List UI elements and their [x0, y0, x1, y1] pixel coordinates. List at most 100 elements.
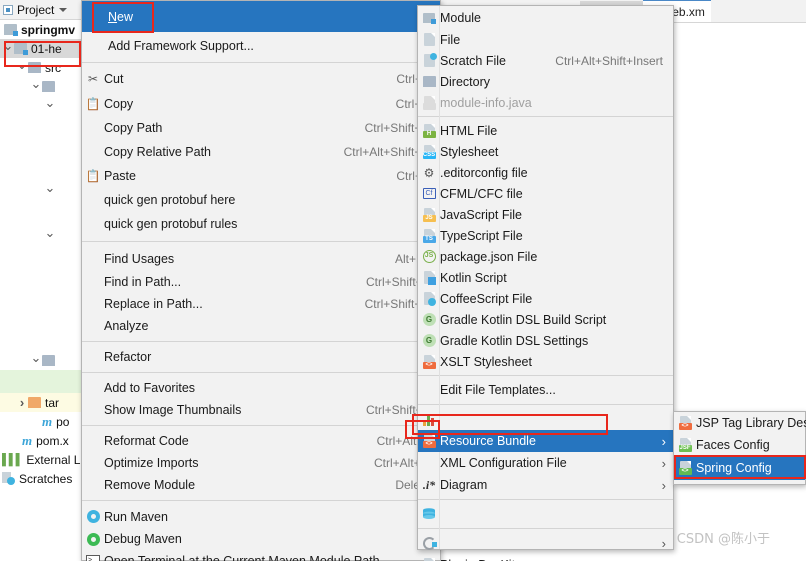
submenu-item-kotlin-script[interactable]: Kotlin Script	[418, 267, 673, 288]
submenu-item-gradle-kotlin-dsl-build-script[interactable]: G Gradle Kotlin DSL Build Script	[418, 309, 673, 330]
submenu-item-xslt-stylesheet[interactable]: <> XSLT Stylesheet	[418, 351, 673, 372]
submenu-item-scratch-file[interactable]: Scratch File Ctrl+Alt+Shift+Insert	[418, 50, 673, 71]
menu-item-copy-path[interactable]: Copy Path Ctrl+Shift+C	[82, 116, 440, 140]
watermark: CSDN @陈小于	[676, 532, 770, 547]
submenu-item-gradle-kotlin-dsl-settings[interactable]: G Gradle Kotlin DSL Settings	[418, 330, 673, 351]
menu-item-analyze[interactable]: Analyze ›	[82, 315, 440, 337]
html-file-icon: H	[418, 123, 440, 138]
tree-item-external-libraries[interactable]: ▌▌▌ External L	[0, 450, 82, 469]
chevron-down-icon[interactable]	[59, 7, 68, 12]
tree-item-springmvc[interactable]: springmv	[0, 20, 82, 39]
xmlsub-item-faces-config[interactable]: JSF Faces Config	[674, 434, 805, 456]
xmlsub-item-jsp-tag-library-descriptor[interactable]: <> JSP Tag Library Des	[674, 412, 806, 434]
submenu-item-coffeescript-file[interactable]: CoffeeScript File	[418, 288, 673, 309]
submenu-item-edit-file-templates[interactable]: Edit File Templates...	[418, 379, 673, 401]
project-panel-header[interactable]: Project	[0, 0, 82, 20]
menu-item-label: Find in Path...	[104, 275, 182, 289]
tree-item-label: po	[56, 414, 70, 429]
maven-gear-green-icon	[82, 532, 104, 546]
submenu-item-ignore-file[interactable]: .i* Diagram ›	[418, 474, 673, 496]
clipboard-icon: 📋	[85, 169, 101, 183]
submenu-item-data-source[interactable]	[418, 503, 673, 525]
menu-item-replace-in-path[interactable]: Replace in Path... Ctrl+Shift+R	[82, 293, 440, 315]
chevron-down-icon[interactable]	[44, 99, 56, 112]
submenu-item-packagejson-file[interactable]: JS package.json File	[418, 246, 673, 267]
context-menu[interactable]: New › Add Framework Support... ✂ Cut Ctr…	[81, 0, 441, 561]
menu-item-copy-relative-path[interactable]: Copy Relative Path Ctrl+Alt+Shift+C	[82, 140, 440, 164]
new-submenu[interactable]: Module File Scratch File Ctrl+Alt+Shift+…	[417, 5, 674, 561]
plugin-devkit-icon	[418, 536, 440, 550]
menu-item-run-maven[interactable]: Run Maven ›	[82, 505, 440, 528]
chevron-right-icon[interactable]	[16, 396, 28, 409]
tree-item-01helloworld[interactable]: 01-he	[0, 39, 82, 58]
menu-item-quick-gen-protobuf-rules[interactable]: quick gen protobuf rules	[82, 212, 440, 236]
tree-item-nested-2[interactable]	[0, 181, 82, 200]
menu-item-add-to-favorites[interactable]: Add to Favorites ›	[82, 377, 440, 399]
menu-item-open-terminal-maven[interactable]: >_ Open Terminal at the Current Maven Mo…	[82, 550, 440, 561]
xmlsub-item-spring-config[interactable]: <> Spring Config	[674, 456, 805, 480]
project-tree[interactable]: springmv 01-he src	[0, 20, 82, 488]
submenu-item-directory[interactable]: Directory	[418, 71, 673, 92]
menu-separator	[418, 404, 673, 405]
submenu-item-editorconfig-file[interactable]: ⚙ .editorconfig file	[418, 162, 673, 183]
menu-item-cut[interactable]: ✂ Cut Ctrl+X	[82, 66, 440, 92]
tree-item-resources[interactable]	[0, 370, 82, 393]
menu-item-add-framework-support[interactable]: Add Framework Support...	[82, 32, 440, 59]
submenu-item-module[interactable]: Module	[418, 6, 673, 29]
tree-item-pom-xml[interactable]: m pom.x	[0, 431, 82, 450]
menu-separator	[82, 62, 440, 63]
submenu-item-xml-configuration-file[interactable]: <> Resource Bundle ›	[418, 430, 673, 452]
tree-item-src[interactable]: src	[0, 58, 82, 77]
terminal-icon: >_	[82, 555, 104, 561]
menu-item-label: Run Maven	[104, 509, 168, 524]
menu-item-refactor[interactable]: Refactor ›	[82, 346, 440, 368]
chevron-down-icon[interactable]	[30, 80, 42, 93]
chevron-down-icon[interactable]	[2, 42, 14, 55]
submenu-item-cfml-cfc-file[interactable]: Cf CFML/CFC file	[418, 183, 673, 204]
menu-item-label: JSP Tag Library Des	[696, 416, 806, 430]
submenu-item-html-file[interactable]: H HTML File	[418, 120, 673, 141]
menu-item-debug-maven[interactable]: Debug Maven ›	[82, 528, 440, 550]
menu-item-optimize-imports[interactable]: Optimize Imports Ctrl+Alt+O	[82, 452, 440, 474]
tree-item-main[interactable]	[0, 77, 82, 96]
menu-item-new[interactable]: New ›	[82, 1, 440, 32]
menu-item-show-image-thumbnails[interactable]: Show Image Thumbnails Ctrl+Shift+T	[82, 399, 440, 421]
menu-item-label: Kotlin Script	[440, 270, 507, 285]
menu-item-find-usages[interactable]: Find Usages Alt+F7	[82, 247, 440, 271]
menu-item-label: Analyze	[104, 319, 149, 333]
submenu-item-javascript-file[interactable]: JS JavaScript File	[418, 204, 673, 225]
menu-item-paste[interactable]: 📋 Paste Ctrl+V	[82, 164, 440, 188]
menu-item-label: Copy	[104, 97, 134, 111]
menu-item-remove-module[interactable]: Remove Module Delete	[82, 474, 440, 496]
xslt-file-icon: <>	[418, 354, 440, 369]
tree-item-nested-1[interactable]	[0, 96, 82, 115]
submenu-item-plugin-devkit[interactable]: ›	[418, 532, 673, 554]
tree-item-nested-3[interactable]	[0, 226, 82, 245]
chevron-down-icon[interactable]	[44, 184, 56, 197]
nodejs-icon: JS	[418, 250, 440, 263]
tree-item-nested-4[interactable]	[0, 351, 82, 370]
tree-item-scratches[interactable]: Scratches	[0, 469, 82, 488]
xml-config-submenu[interactable]: <> JSP Tag Library Des JSF Faces Config …	[673, 411, 806, 485]
tree-item-target[interactable]: tar	[0, 393, 82, 412]
folder-icon	[42, 355, 55, 366]
submenu-item-stylesheet[interactable]: CSS Stylesheet	[418, 141, 673, 162]
menu-item-label: quick gen protobuf rules	[104, 217, 238, 231]
menu-item-copy[interactable]: 📋 Copy Ctrl+C	[82, 92, 440, 116]
submenu-item-file[interactable]: File	[418, 29, 673, 50]
database-glyph	[423, 508, 435, 519]
menu-item-quick-gen-protobuf-here[interactable]: quick gen protobuf here	[82, 188, 440, 212]
chevron-down-icon[interactable]	[44, 229, 56, 242]
chevron-down-icon[interactable]	[16, 61, 28, 74]
tree-item-pom-child[interactable]: m po	[0, 412, 82, 431]
menu-item-find-in-path[interactable]: Find in Path... Ctrl+Shift+F	[82, 271, 440, 293]
submenu-item-http-request[interactable]: API Plugin DevKit	[418, 554, 673, 561]
js-file-icon: JS	[418, 207, 440, 222]
submenu-item-typescript-file[interactable]: TS TypeScript File	[418, 225, 673, 246]
chevron-down-icon[interactable]	[30, 354, 42, 367]
menu-item-label: Refactor	[104, 350, 152, 364]
maven-m-icon: m	[22, 432, 33, 448]
submenu-item-resource-bundle[interactable]	[418, 408, 673, 430]
submenu-item-diagram[interactable]: XML Configuration File ›	[418, 452, 673, 474]
menu-item-reformat-code[interactable]: Reformat Code Ctrl+Alt+L	[82, 430, 440, 452]
